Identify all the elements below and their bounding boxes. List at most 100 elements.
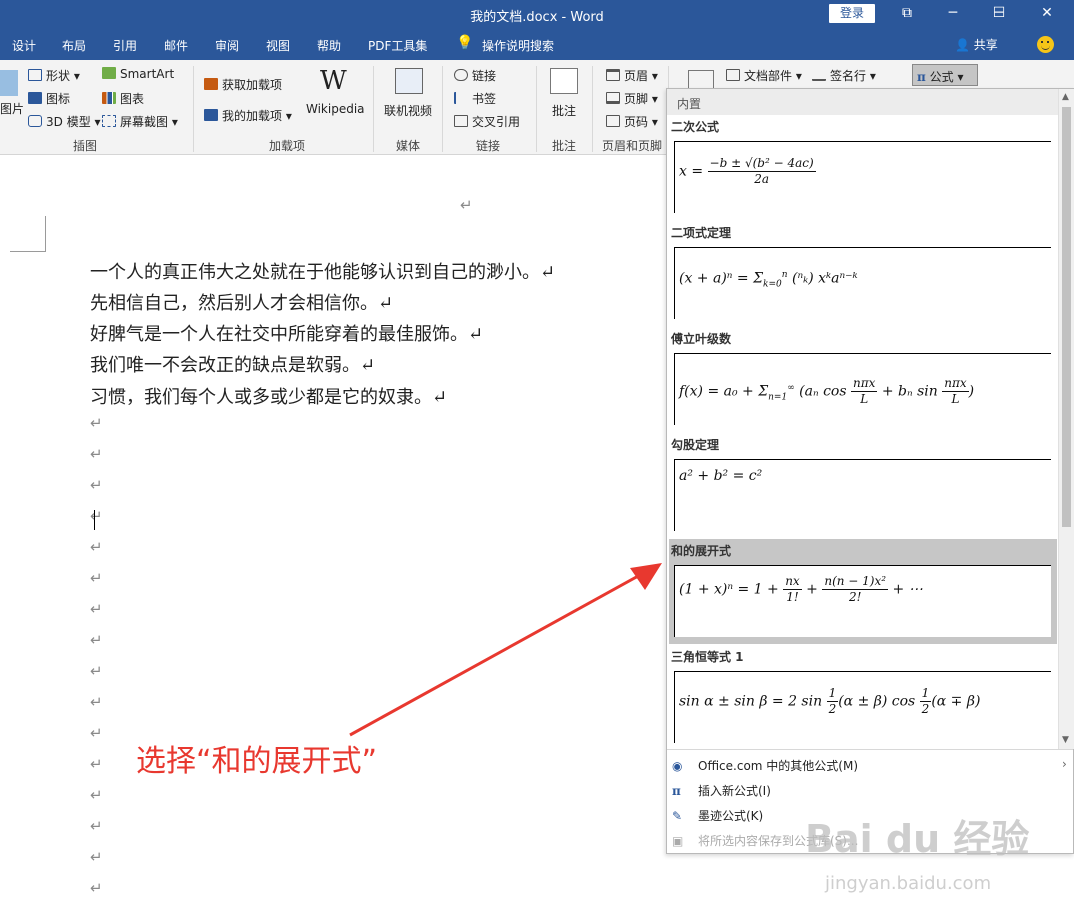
link-icon — [454, 69, 468, 81]
model3d-label: 3D 模型 — [46, 115, 91, 129]
my-addins-label: 我的加载项 — [222, 109, 283, 123]
footer-button[interactable]: 页脚 ▾ — [606, 90, 658, 107]
gallery-scrollbar[interactable]: ▲ ▼ — [1058, 89, 1074, 749]
maximize-icon[interactable]: ☐ — [976, 0, 1022, 28]
lightbulb-icon[interactable]: 💡 — [456, 35, 473, 51]
equation-name: 勾股定理 — [671, 438, 720, 452]
tab-view[interactable]: 视图 — [266, 37, 290, 54]
pagenum-button[interactable]: 页码 ▾ — [606, 113, 658, 130]
tab-review[interactable]: 审阅 — [215, 37, 239, 54]
smartart-icon — [102, 67, 116, 79]
screenshot-button[interactable]: 屏幕截图 ▾ — [102, 113, 178, 130]
smartart-button[interactable]: SmartArt — [102, 67, 174, 81]
online-video-label[interactable]: 联机视频 — [384, 102, 432, 119]
pi-icon: π — [672, 784, 681, 798]
pictures-icon[interactable] — [0, 70, 18, 96]
ribbon-separator — [193, 66, 194, 152]
link-button[interactable]: 链接 — [454, 67, 496, 84]
pythagorean-option[interactable]: a² + b² = c² — [674, 459, 1051, 531]
fourier-series-option[interactable]: f(x) = a₀ + Σn=1∞ (aₙ cos nπx L + bₙ sin … — [674, 353, 1051, 425]
icons-label: 图标 — [46, 92, 71, 106]
tab-help[interactable]: 帮助 — [317, 37, 341, 54]
empty-paragraph-mark: ↵ — [90, 724, 103, 742]
text-line[interactable]: 好脾气是一个人在社交中所能穿着的最佳服饰。↵ — [90, 320, 483, 346]
ribbon-separator — [442, 66, 443, 152]
header-button[interactable]: 页眉 ▾ — [606, 67, 658, 84]
bookmark-icon — [454, 92, 468, 104]
tab-layout[interactable]: 布局 — [62, 37, 86, 54]
pi-icon: π — [917, 70, 926, 84]
empty-paragraph-mark: ↵ — [90, 693, 103, 711]
text-line[interactable]: 习惯，我们每个人或多或少都是它的奴隶。↵ — [90, 383, 447, 409]
chart-label: 图表 — [120, 92, 145, 106]
model3d-button[interactable]: 3D 模型 ▾ — [28, 113, 101, 130]
icons-icon — [28, 92, 42, 104]
annotation-text: 选择“和的展开式” — [136, 744, 378, 779]
comment-label[interactable]: 批注 — [552, 102, 576, 119]
quadratic-formula-option[interactable]: x = −b ± √(b² − 4ac) 2a — [674, 141, 1051, 213]
equation-name: 二项式定理 — [671, 226, 732, 240]
new-comment-icon[interactable] — [550, 68, 578, 94]
docparts-button[interactable]: 文档部件 ▾ — [726, 67, 802, 84]
share-button[interactable]: 👤 共享 — [955, 36, 998, 53]
wikipedia-label[interactable]: Wikipedia — [306, 102, 365, 116]
docparts-label: 文档部件 — [744, 69, 793, 83]
office-more-equations-option[interactable]: ◉ Office.com 中的其他公式(M) › — [672, 757, 1067, 774]
text-line[interactable]: 我们唯一不会改正的缺点是软弱。↵ — [90, 351, 375, 377]
signature-button[interactable]: 签名行 ▾ — [812, 67, 876, 84]
person-icon: 👤 — [955, 38, 970, 52]
tab-references[interactable]: 引用 — [113, 37, 137, 54]
smiley-feedback-icon[interactable] — [1037, 36, 1054, 53]
bookmark-label: 书签 — [472, 92, 497, 106]
store-icon — [204, 78, 218, 90]
scroll-thumb[interactable] — [1062, 107, 1071, 527]
group-header-footer: 页眉和页脚 — [601, 139, 662, 153]
empty-paragraph-mark: ↵ — [90, 848, 103, 866]
wikipedia-icon[interactable]: W — [320, 66, 347, 96]
shapes-button[interactable]: 形状 ▾ — [28, 67, 80, 84]
get-addins-label: 获取加载项 — [222, 78, 283, 92]
expansion-of-sum-option[interactable]: (1 + x)ⁿ = 1 + nx 1! + n(n − 1)x² 2! + ⋯ — [674, 565, 1051, 637]
cube-icon — [28, 115, 42, 127]
tab-pdf-tools[interactable]: PDF工具集 — [368, 37, 427, 54]
signature-label: 签名行 — [830, 69, 867, 83]
pictures-label[interactable]: 图片 — [0, 100, 24, 117]
tab-mailings[interactable]: 邮件 — [164, 37, 188, 54]
equation-button[interactable]: π 公式 ▾ — [912, 64, 978, 86]
crossref-label: 交叉引用 — [472, 115, 521, 129]
ink-equation-option[interactable]: ✎ 墨迹公式(K) — [672, 807, 763, 824]
insert-new-equation-option[interactable]: π 插入新公式(I) — [672, 782, 771, 799]
empty-paragraph-mark: ↵ — [90, 538, 103, 556]
restore-ribbon-icon[interactable]: ⧉ — [884, 0, 930, 28]
my-addins-button[interactable]: 我的加载项 ▾ — [204, 107, 292, 124]
icons-button[interactable]: 图标 — [28, 90, 70, 107]
online-video-icon[interactable] — [395, 68, 423, 94]
text-caret — [94, 510, 95, 530]
chevron-right-icon: › — [1062, 757, 1067, 771]
login-button[interactable]: 登录 — [829, 4, 875, 23]
equation-gallery: 内置 二次公式 x = −b ± √(b² − 4ac) 2a 二项式定理 (x … — [666, 88, 1074, 854]
tab-design[interactable]: 设计 — [12, 37, 36, 54]
docparts-icon — [726, 69, 740, 81]
header-icon — [606, 69, 620, 81]
watermark-url: jingyan.baidu.com — [825, 873, 992, 894]
empty-paragraph-mark: ↵ — [90, 600, 103, 618]
binomial-theorem-option[interactable]: (x + a)ⁿ = Σk=0n (ⁿₖ) xᵏaⁿ⁻ᵏ — [674, 247, 1051, 319]
text-line[interactable]: 先相信自己，然后别人才会相信你。↵ — [90, 289, 393, 315]
scroll-up-icon[interactable]: ▲ — [1062, 92, 1069, 102]
chart-button[interactable]: 图表 — [102, 90, 144, 107]
tell-me-search[interactable]: 操作说明搜索 — [482, 37, 554, 54]
close-icon[interactable]: ✕ — [1024, 0, 1070, 28]
get-addins-button[interactable]: 获取加载项 — [204, 76, 282, 93]
minimize-icon[interactable]: ─ — [930, 0, 976, 28]
text-line[interactable]: 一个人的真正伟大之处就在于他能够认识到自己的渺小。↵ — [90, 258, 555, 284]
bookmark-button[interactable]: 书签 — [454, 90, 496, 107]
empty-paragraph-mark: ↵ — [90, 755, 103, 773]
empty-paragraph-mark: ↵ — [90, 817, 103, 835]
menu-bar: 设计 布局 引用 邮件 审阅 视图 帮助 PDF工具集 💡 操作说明搜索 👤 共… — [0, 28, 1074, 60]
crossref-button[interactable]: 交叉引用 — [454, 113, 520, 130]
scroll-down-icon[interactable]: ▼ — [1062, 735, 1069, 745]
trig-identity-option[interactable]: sin α ± sin β = 2 sin 1 2 (α ± β) cos 1 2 (α… — [674, 671, 1051, 743]
empty-paragraph-mark: ↵ — [90, 476, 103, 494]
empty-paragraph-mark: ↵ — [90, 879, 103, 897]
